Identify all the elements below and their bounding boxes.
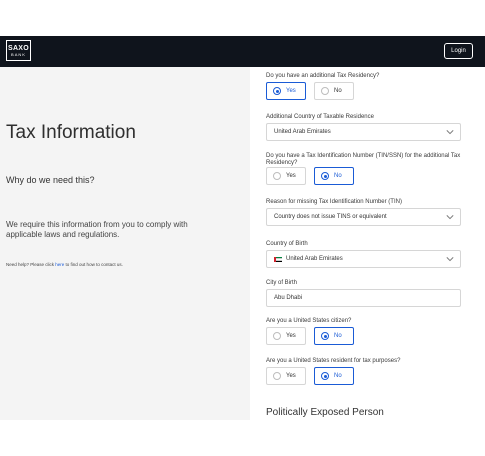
top-navigation-bar: SAXO BANK Login xyxy=(0,36,485,67)
option-label: No xyxy=(334,333,342,339)
help-text: Need help? Please click here to find out… xyxy=(6,262,123,267)
info-description: We require this information from you to … xyxy=(6,220,188,239)
radio-selected-icon xyxy=(273,87,281,95)
city-birth-field[interactable]: Abu Dhabi xyxy=(266,289,461,307)
reason-select[interactable]: Country does not issue TINS or equivalen… xyxy=(266,208,461,226)
reason-question: Reason for missing Tax Identification Nu… xyxy=(266,199,402,205)
us-citizen-question: Are you a United States citizen? xyxy=(266,318,352,324)
login-button[interactable]: Login xyxy=(444,43,473,59)
country-birth-question: Country of Birth xyxy=(266,241,308,247)
additional-country-question: Additional Country of Taxable Residence xyxy=(266,114,374,120)
help-prefix: Need help? Please click xyxy=(6,262,56,267)
option-label: Yes xyxy=(286,88,296,94)
us-resident-no-option[interactable]: No xyxy=(314,367,354,385)
option-label: No xyxy=(334,373,342,379)
option-label: Yes xyxy=(286,333,296,339)
chevron-down-icon xyxy=(446,215,454,220)
page-title: Tax Information xyxy=(6,122,136,143)
additional-residency-no-option[interactable]: No xyxy=(314,82,354,100)
us-citizen-no-option[interactable]: No xyxy=(314,327,354,345)
select-value: United Arab Emirates xyxy=(286,256,343,262)
additional-residency-yes-option[interactable]: Yes xyxy=(266,82,306,100)
chevron-down-icon xyxy=(446,130,454,135)
option-label: No xyxy=(334,173,342,179)
country-birth-select[interactable]: United Arab Emirates xyxy=(266,250,461,268)
tax-form: Do you have an additional Tax Residency?… xyxy=(250,67,485,420)
tin-no-option[interactable]: No xyxy=(314,167,354,185)
uae-flag-icon xyxy=(274,256,282,262)
us-citizen-yes-option[interactable]: Yes xyxy=(266,327,306,345)
select-value: Country does not issue TINS or equivalen… xyxy=(274,214,387,220)
chevron-down-icon xyxy=(446,257,454,262)
pep-section-title: Politically Exposed Person xyxy=(266,407,384,418)
radio-unselected-icon xyxy=(273,372,281,380)
tin-yes-option[interactable]: Yes xyxy=(266,167,306,185)
logo-text-top: SAXO xyxy=(7,44,30,52)
us-resident-yes-option[interactable]: Yes xyxy=(266,367,306,385)
radio-selected-icon xyxy=(321,372,329,380)
radio-unselected-icon xyxy=(273,172,281,180)
help-suffix: to find out how to contact us. xyxy=(64,262,123,267)
help-link[interactable]: here xyxy=(55,262,64,267)
input-value: Abu Dhabi xyxy=(274,295,303,301)
additional-residency-question: Do you have an additional Tax Residency? xyxy=(266,73,380,79)
why-heading: Why do we need this? xyxy=(6,175,95,185)
option-label: Yes xyxy=(286,173,296,179)
radio-unselected-icon xyxy=(273,332,281,340)
city-birth-question: City of Birth xyxy=(266,280,298,286)
option-label: No xyxy=(334,88,342,94)
saxo-bank-logo[interactable]: SAXO BANK xyxy=(6,40,31,61)
us-resident-question: Are you a United States resident for tax… xyxy=(266,358,401,364)
additional-country-select[interactable]: United Arab Emirates xyxy=(266,123,461,141)
radio-unselected-icon xyxy=(321,87,329,95)
info-panel: Tax Information Why do we need this? We … xyxy=(0,67,250,420)
tin-question: Do you have a Tax Identification Number … xyxy=(266,153,461,166)
select-value: United Arab Emirates xyxy=(274,129,331,135)
logo-text-bottom: BANK xyxy=(11,51,26,57)
radio-selected-icon xyxy=(321,332,329,340)
option-label: Yes xyxy=(286,373,296,379)
radio-selected-icon xyxy=(321,172,329,180)
